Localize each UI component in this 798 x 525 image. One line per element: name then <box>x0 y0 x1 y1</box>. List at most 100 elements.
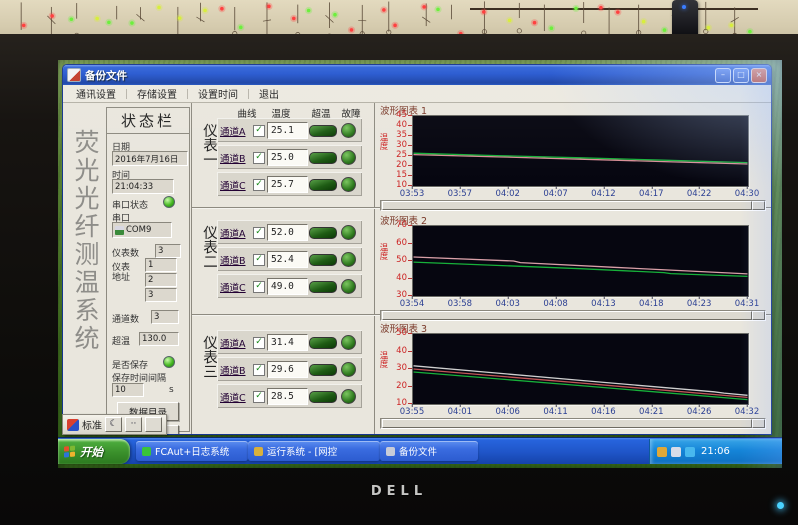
taskbar-item-label: FCAut+日志系统 <box>155 444 229 458</box>
channel-curve-checkbox[interactable]: ✓ <box>253 179 265 191</box>
channel-row: 通道B✓25.0 <box>217 145 362 169</box>
xtick-label: 04:22 <box>687 189 712 199</box>
chart-yaxis: 7060504030 <box>386 225 412 295</box>
start-label: 开始 <box>80 444 103 460</box>
tray-app-icon[interactable] <box>657 447 667 457</box>
menu-item-1[interactable]: 存储设置 <box>127 86 187 101</box>
xtick-label: 04:03 <box>495 299 520 309</box>
overtemp-indicator <box>309 254 337 266</box>
tray-network-icon[interactable] <box>685 447 695 457</box>
ytick-label: 30 <box>396 140 407 150</box>
ytick-label: 20 <box>396 160 407 170</box>
channel-row: 通道B✓29.6 <box>217 357 362 381</box>
camera-device <box>672 0 698 38</box>
fault-led <box>341 389 356 404</box>
app-window: 备份文件 – □ × 通讯设置存储设置设置时间退出 荧光光纤测温系统 状态栏 日… <box>62 64 772 435</box>
waveform-chart-1: 波形图表 1温度454035302520151003:5303:5704:020… <box>378 103 771 210</box>
instrument-addr-label2: 地址 <box>112 270 130 283</box>
taskbar-item-2[interactable]: 备份文件 <box>380 441 478 461</box>
scrollbar-arrow[interactable] <box>752 419 765 428</box>
ytick-label: 15 <box>396 170 407 180</box>
channel-count-label: 通道数 <box>112 312 139 325</box>
taskbar-item-0[interactable]: FCAut+日志系统 <box>136 441 248 461</box>
close-button[interactable]: × <box>751 68 767 83</box>
fault-led <box>341 252 356 267</box>
overtemp-indicator <box>309 179 337 191</box>
taskbar-clock: 21:06 <box>701 446 730 457</box>
scrollbar-arrow[interactable] <box>752 201 765 210</box>
moon-icon[interactable]: ☾ <box>105 417 122 432</box>
channel-curve-checkbox[interactable]: ✓ <box>253 227 265 239</box>
save-label: 是否保存 <box>112 358 148 371</box>
taskbar-item-1[interactable]: 运行系统 - [网控 <box>248 441 380 461</box>
xtick-label: 04:26 <box>687 407 712 417</box>
channel-row: 通道A✓31.4 <box>217 330 362 354</box>
tray-window-icon[interactable] <box>671 447 681 457</box>
time-value: 21:04:33 <box>112 179 174 194</box>
overtemp-indicator <box>309 125 337 137</box>
channel-label: 通道C <box>220 280 246 294</box>
menu-item-2[interactable]: 设置时间 <box>188 86 248 101</box>
xtick-label: 04:07 <box>543 189 568 199</box>
chart-scrollbar[interactable] <box>380 200 766 211</box>
ime-language-bar[interactable]: 标准 ☾ ·· <box>62 414 167 435</box>
chart-scrollbar[interactable] <box>380 310 766 321</box>
channel-row: 通道C✓28.5 <box>217 384 362 408</box>
chart-xaxis: 03:5504:0104:0604:1104:1604:2104:2604:32 <box>412 405 747 418</box>
channel-curve-checkbox[interactable]: ✓ <box>253 281 265 293</box>
maximize-button[interactable]: □ <box>733 68 749 83</box>
status-panel: 状态栏 日期 2016年7月16日 时间 21:04:33 串口状态 串口 CO… <box>106 107 190 432</box>
ytick-label: 45 <box>396 110 407 120</box>
channel-curve-checkbox[interactable]: ✓ <box>253 152 265 164</box>
channel-curve-checkbox[interactable]: ✓ <box>253 391 265 403</box>
menu-item-3[interactable]: 退出 <box>249 86 289 101</box>
save-interval-unit: s <box>169 385 174 395</box>
ime-punct-button[interactable]: ·· <box>125 417 142 432</box>
channel-label: 通道C <box>220 390 246 404</box>
channel-curve-checkbox[interactable]: ✓ <box>253 254 265 266</box>
instrument-address-boxes: 123 <box>145 258 171 304</box>
chart-yaxis: 4540353025201510 <box>386 115 412 185</box>
channel-curve-checkbox[interactable]: ✓ <box>253 364 265 376</box>
ytick-label: 40 <box>396 120 407 130</box>
serial-port-select[interactable]: COM9 <box>112 222 172 238</box>
minimize-button[interactable]: – <box>715 68 731 83</box>
xtick-label: 04:12 <box>591 189 616 199</box>
backup-file-icon <box>386 447 395 456</box>
tray-icons <box>657 447 695 457</box>
instrument-address-2[interactable]: 2 <box>145 273 177 287</box>
menu-item-0[interactable]: 通讯设置 <box>66 86 126 101</box>
channel-temperature-value: 31.4 <box>267 334 308 351</box>
scrollbar-thumb[interactable] <box>382 311 752 320</box>
fault-led <box>341 123 356 138</box>
xtick-label: 04:21 <box>639 407 664 417</box>
xtick-label: 04:18 <box>639 299 664 309</box>
ime-mode-label: 标准 <box>82 417 102 432</box>
series-line-temperature-pink <box>414 257 748 274</box>
scrollbar-arrow[interactable] <box>752 311 765 320</box>
scrollbar-thumb[interactable] <box>382 419 752 428</box>
fault-led <box>341 335 356 350</box>
channel-curve-checkbox[interactable]: ✓ <box>253 125 265 137</box>
waveform-chart-3: 波形图表 3温度504030201003:5504:0104:0604:1104… <box>378 321 771 428</box>
channel-curve-checkbox[interactable]: ✓ <box>253 337 265 349</box>
ime-softkeyboard-button[interactable] <box>145 417 162 432</box>
instrument-address-1[interactable]: 1 <box>145 258 177 272</box>
chart-yaxis: 5040302010 <box>386 333 412 403</box>
start-button[interactable]: 开始 <box>58 439 130 464</box>
fault-led <box>341 362 356 377</box>
overtemp-value: 130.0 <box>139 332 179 346</box>
xtick-label: 04:06 <box>495 407 520 417</box>
system-tray: 21:06 <box>649 439 782 464</box>
channel-temperature-value: 29.6 <box>267 361 308 378</box>
window-titlebar[interactable]: 备份文件 – □ × <box>63 65 771 85</box>
fault-led <box>341 225 356 240</box>
chart-scrollbar[interactable] <box>380 418 766 429</box>
power-led[interactable] <box>777 502 784 509</box>
taskbar: 开始 FCAut+日志系统 运行系统 - [网控备份文件 21:06 <box>58 437 782 464</box>
scrollbar-thumb[interactable] <box>382 201 752 210</box>
serial-port-value: COM9 <box>126 225 151 235</box>
xtick-label: 04:11 <box>543 407 568 417</box>
instrument-address-3[interactable]: 3 <box>145 288 177 302</box>
log-system-icon <box>142 447 151 456</box>
